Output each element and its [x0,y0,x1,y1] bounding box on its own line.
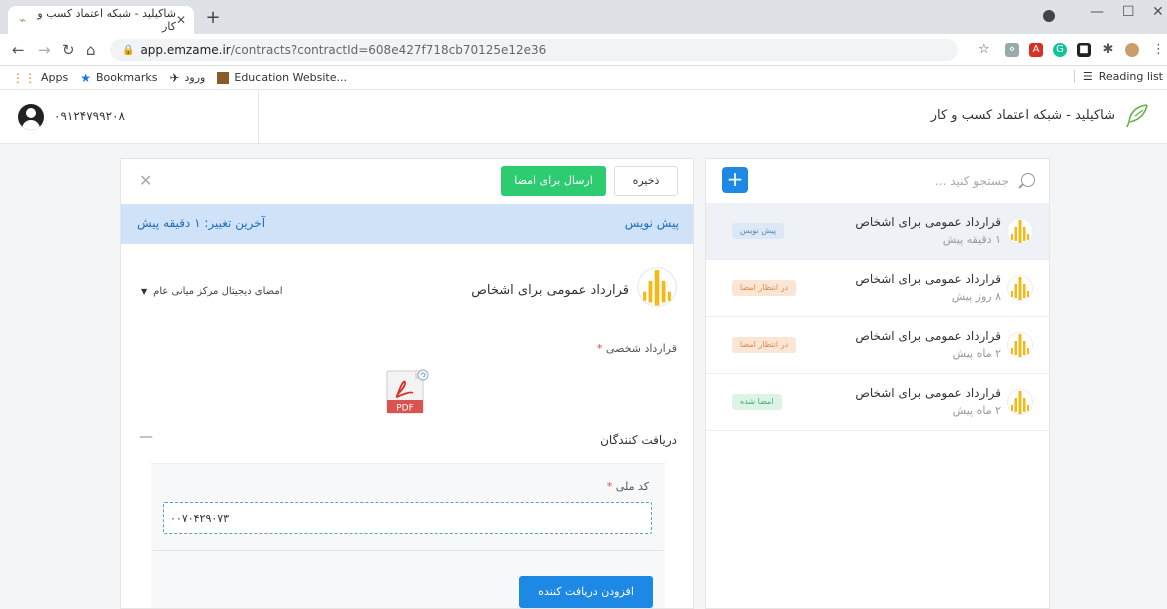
reading-list-icon: ☰ [1082,70,1093,83]
contracts-list-panel: + قرارداد عمومی برای اشخاص ۱ دقیقه پیش پ… [705,158,1050,609]
apps-grid-icon: ⋮⋮ [12,70,36,85]
contract-logo-icon [1007,331,1033,359]
user-avatar-icon[interactable] [18,104,44,130]
save-button[interactable]: ذخیره [614,166,678,196]
tab-close-icon[interactable]: ✕ [176,13,186,27]
contract-logo-icon [1007,388,1033,416]
contract-status: پیش نویس [624,216,679,230]
send-for-signature-button[interactable]: ارسال برای امضا [501,166,606,196]
app-header: ۰۹۱۲۴۷۹۹۲۰۸ شاکیلید - شبکه اعتماد کسب و … [0,90,1167,144]
star-icon: ★ [80,70,91,85]
form-divider [153,550,663,551]
back-icon[interactable]: ← [12,41,25,59]
square-extension-icon[interactable]: ■ [1077,43,1091,57]
list-item[interactable]: قرارداد عمومی برای اشخاص ۲ ماه پیش در ان… [706,317,1049,374]
bird-icon: ✈ [169,70,180,85]
browser-menu-icon[interactable]: ⋮ [1152,41,1165,59]
grammarly-extension-icon[interactable]: G [1053,43,1067,57]
search-input[interactable] [779,171,1009,191]
new-tab-icon[interactable]: + [202,8,224,30]
list-item[interactable]: قرارداد عمومی برای اشخاص ۱ دقیقه پیش پیش… [706,203,1049,260]
list-item[interactable]: قرارداد عمومی برای اشخاص ۸ روز پیش در ان… [706,260,1049,317]
home-icon[interactable]: ⌂ [86,41,96,59]
reload-icon[interactable]: ↻ [62,41,75,59]
bookmark-star-icon[interactable]: ☆ [978,41,990,59]
status-badge: پیش نویس [732,223,785,239]
pdf-file-icon[interactable]: PDF [385,369,429,415]
brand-feather-icon [1126,104,1148,128]
contract-logo-icon [1007,217,1033,245]
add-recipient-button[interactable]: افزودن دریافت کننده [519,576,653,608]
collapse-icon[interactable]: — [139,429,153,445]
url-host: app.emzame.ir [140,43,231,57]
last-change: آخرین تغییر: ۱ دقیقه پیش [137,216,266,230]
contract-info-bar: پیش نویس آخرین تغییر: ۱ دقیقه پیش [121,204,693,244]
reading-list-button[interactable]: ☰ Reading list [1073,70,1163,83]
contract-logo-icon [1007,274,1033,302]
list-item[interactable]: قرارداد عمومی برای اشخاص ۲ ماه پیش امضا … [706,374,1049,431]
url-path: /contracts?contractId=608e427f718cb70125… [230,43,547,57]
bookmark-education[interactable]: Education Website... [217,71,347,84]
maximize-icon[interactable]: ☐ [1122,4,1135,20]
status-badge: در انتظار امضا [732,337,797,353]
record-icon[interactable] [1043,10,1055,22]
bookmark-bookmarks[interactable]: ★ Bookmarks [80,71,157,85]
recipients-title: دریافت کنندگان [600,433,677,447]
forward-icon[interactable]: → [38,41,51,59]
header-divider [258,90,259,144]
national-id-input[interactable] [163,502,652,534]
personal-contract-label: قرارداد شخصی * [596,342,677,355]
extension-icon[interactable]: ⋄ [1005,43,1019,57]
contract-title: قرارداد عمومی برای اشخاص [471,283,629,298]
user-phone[interactable]: ۰۹۱۲۴۷۹۹۲۰۸ [54,109,125,123]
add-contract-button[interactable]: + [722,167,748,193]
contract-logo-icon [637,263,677,311]
bookmark-login[interactable]: ورود ✈ [169,71,205,85]
caret-down-icon: ▼ [141,287,148,296]
search-icon [1021,173,1035,187]
lock-icon: 🔒 [122,44,135,56]
minimize-icon[interactable]: — [1090,4,1104,20]
status-badge: امضا شده [732,394,782,410]
browser-tab[interactable]: ✕ شاکیلید - شبکه اعتماد کسب و کار ⌁ [8,6,194,34]
browser-tab-bar: ✕ شاکیلید - شبکه اعتماد کسب و کار ⌁ + — … [0,0,1167,34]
brand-title: شاکیلید - شبکه اعتماد کسب و کار [930,108,1115,123]
status-badge: در انتظار امضا [732,280,797,296]
close-icon[interactable]: ✕ [139,171,152,190]
book-icon [217,71,230,84]
pdf-label: PDF [396,404,414,414]
profile-avatar-icon[interactable] [1125,43,1139,57]
contract-editor-panel: ✕ ارسال برای امضا ذخیره پیش نویس آخرین ت… [120,158,694,609]
tab-title: شاکیلید - شبکه اعتماد کسب و کار [37,7,176,33]
bookmark-apps[interactable]: ⋮⋮ Apps [12,71,68,85]
extensions-puzzle-icon[interactable]: ✱ [1101,43,1115,57]
tab-favicon-icon: ⌁ [18,13,27,27]
bookmarks-bar: ⋮⋮ Apps ★ Bookmarks ورود ✈ Education Web… [0,66,1167,90]
window-close-icon[interactable]: ✕ [1152,4,1164,20]
address-bar-row: ← → ↻ ⌂ 🔒 app.emzame.ir/contracts?contra… [0,34,1167,66]
signature-type-select[interactable]: امضای دیجیتال مرکز میانی عام ▼ [141,286,283,297]
acrobat-extension-icon[interactable]: A [1029,43,1043,57]
url-input[interactable]: 🔒 app.emzame.ir/contracts?contractId=608… [110,39,958,61]
recipient-form: کد ملی * افزودن دریافت کننده [151,463,665,608]
national-id-label: کد ملی * [606,480,649,493]
